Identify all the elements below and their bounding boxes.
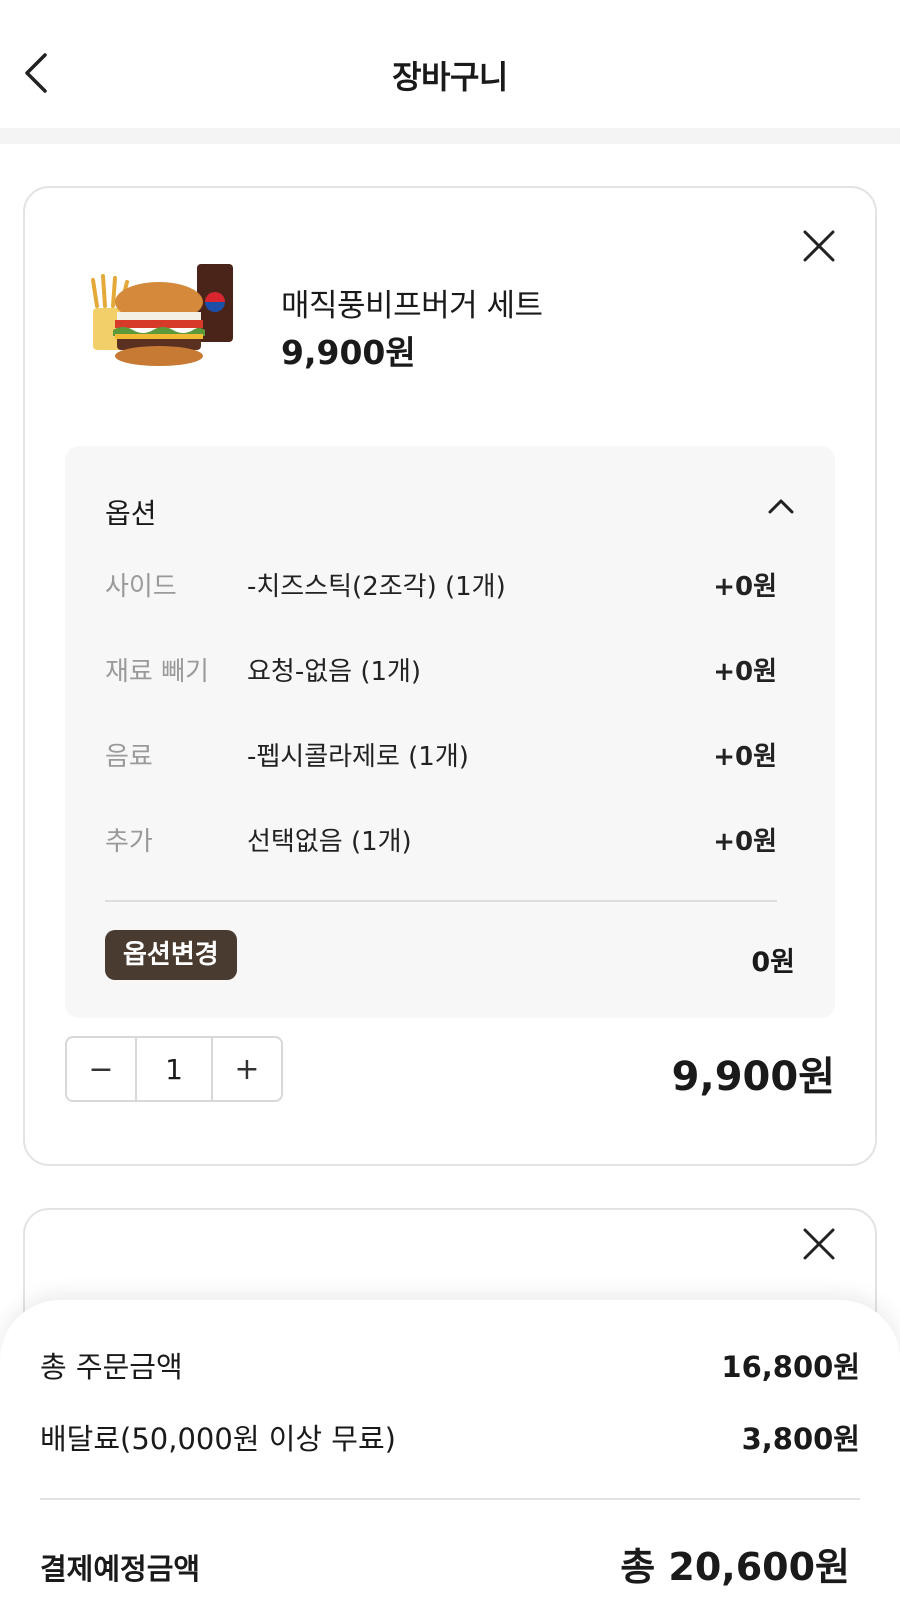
remove-item-button[interactable] — [799, 1224, 839, 1264]
cart-item-card: 매직풍비프버거 세트 9,900원 옵션 사이드 -치즈스틱(2조각) (1개)… — [23, 186, 877, 1166]
option-value: 선택없음 (1개) — [247, 827, 412, 857]
option-label: 사이드 — [105, 572, 177, 602]
summary-divider — [40, 1498, 860, 1500]
quantity-stepper: − 1 + — [65, 1036, 283, 1102]
close-icon — [803, 1228, 835, 1260]
option-row: 재료 빼기 요청-없음 (1개) +0원 — [105, 651, 777, 691]
option-price: +0원 — [713, 827, 777, 857]
option-price: +0원 — [713, 742, 777, 772]
order-summary-sheet: 총 주문금액 16,800원 배달료(50,000원 이상 무료) 3,800원… — [0, 1300, 900, 1604]
options-panel: 옵션 사이드 -치즈스틱(2조각) (1개) +0원 재료 빼기 요청-없음 (… — [65, 446, 835, 1018]
option-value: -펩시콜라제로 (1개) — [247, 742, 469, 772]
payment-total: 총 20,600원 — [620, 1545, 850, 1589]
option-row: 음료 -펩시콜라제로 (1개) +0원 — [105, 736, 777, 776]
change-options-button[interactable]: 옵션변경 — [105, 930, 237, 980]
payment-amount-label: 결제예정금액 — [40, 1552, 201, 1586]
option-value: 요청-없음 (1개) — [247, 657, 422, 687]
product-name: 매직풍비프버거 세트 — [281, 288, 543, 324]
delivery-fee-value: 3,800원 — [741, 1422, 860, 1456]
page-title: 장바구니 — [392, 58, 508, 96]
header-divider — [0, 128, 900, 144]
decrease-quantity-button[interactable]: − — [67, 1038, 135, 1100]
option-row: 추가 선택없음 (1개) +0원 — [105, 821, 777, 861]
option-label: 추가 — [105, 827, 153, 857]
option-row: 사이드 -치즈스틱(2조각) (1개) +0원 — [105, 566, 777, 606]
close-icon — [803, 230, 835, 262]
product-image — [87, 258, 237, 378]
option-price: +0원 — [713, 657, 777, 687]
delivery-fee-label: 배달료(50,000원 이상 무료) — [40, 1422, 396, 1456]
option-value: -치즈스틱(2조각) (1개) — [247, 572, 506, 602]
order-amount-value: 16,800원 — [721, 1350, 860, 1384]
options-collapse-toggle[interactable] — [763, 488, 799, 524]
chevron-up-icon — [768, 499, 794, 514]
options-total: 0원 — [751, 947, 795, 978]
options-divider — [105, 900, 777, 902]
remove-item-button[interactable] — [799, 226, 839, 266]
option-price: +0원 — [713, 572, 777, 602]
order-amount-label: 총 주문금액 — [40, 1350, 183, 1384]
product-price: 9,900원 — [281, 333, 416, 372]
options-title: 옵션 — [105, 497, 157, 530]
item-total-price: 9,900원 — [671, 1054, 835, 1100]
option-label: 재료 빼기 — [105, 657, 209, 687]
quantity-value: 1 — [135, 1038, 213, 1100]
increase-quantity-button[interactable]: + — [213, 1038, 281, 1100]
header: 장바구니 — [0, 0, 900, 128]
option-label: 음료 — [105, 742, 153, 772]
